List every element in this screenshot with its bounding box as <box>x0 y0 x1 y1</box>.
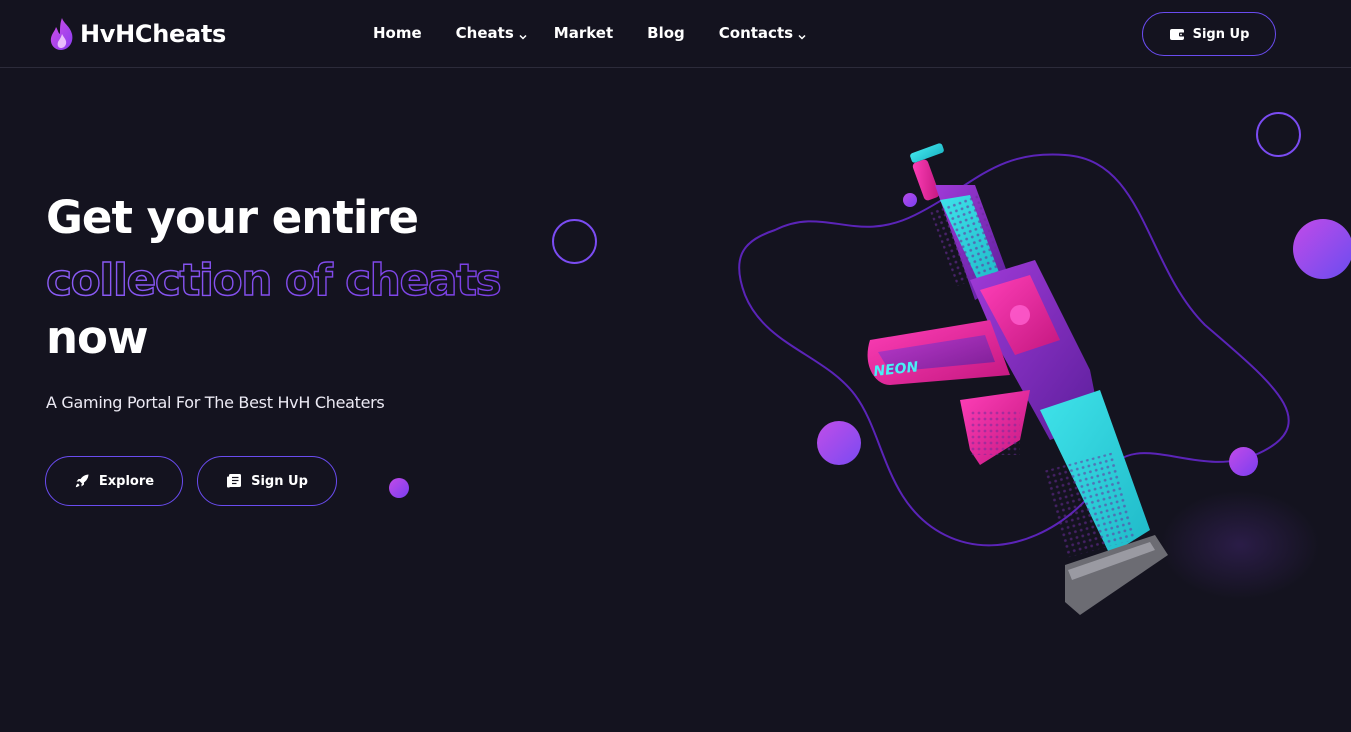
decorative-ring <box>552 219 597 264</box>
decorative-ball <box>1293 219 1351 279</box>
nav-home[interactable]: Home <box>360 24 435 42</box>
chevron-down-icon <box>518 28 528 40</box>
document-icon <box>226 473 242 489</box>
main-nav: Home Cheats Market Blog Contacts <box>360 0 820 66</box>
header-signup-button[interactable]: Sign Up <box>1142 12 1276 56</box>
logo[interactable]: HvHCheats <box>48 15 226 53</box>
page: HvHCheats Home Cheats Market Blog Contac… <box>0 0 1351 732</box>
nav-cheats[interactable]: Cheats <box>443 24 541 42</box>
hero-title: Get your entire collection of cheats now <box>45 188 566 368</box>
nav-contacts-label: Contacts <box>718 24 794 42</box>
wallet-icon <box>1169 27 1186 41</box>
nav-home-label: Home <box>373 24 422 42</box>
explore-button[interactable]: Explore <box>45 456 183 506</box>
nav-blog[interactable]: Blog <box>634 24 698 42</box>
nav-blog-label: Blog <box>647 24 685 42</box>
site-header: HvHCheats Home Cheats Market Blog Contac… <box>0 0 1351 68</box>
chevron-down-icon <box>797 28 807 40</box>
hero-title-line2: collection of cheats <box>46 255 501 306</box>
decorative-ball <box>1229 447 1258 476</box>
nav-contacts[interactable]: Contacts <box>706 24 820 42</box>
hero-title-outline-line: collection of cheats <box>45 248 566 308</box>
nav-cheats-label: Cheats <box>455 24 514 42</box>
explore-label: Explore <box>98 473 155 489</box>
rifle-illustration: NEON <box>867 143 1168 615</box>
hero-signup-label: Sign Up <box>251 473 308 489</box>
header-signup-label: Sign Up <box>1192 26 1250 42</box>
flame-icon <box>48 16 76 52</box>
hero-signup-button[interactable]: Sign Up <box>197 456 337 506</box>
rocket-icon <box>74 473 90 489</box>
brand-name: HvHCheats <box>80 20 227 48</box>
hero-title-line3: now <box>46 311 149 364</box>
hero-title-line1: Get your entire <box>46 191 419 244</box>
nav-market-label: Market <box>553 24 614 42</box>
hero-subtitle: A Gaming Portal For The Best HvH Cheater… <box>46 393 385 412</box>
decorative-dot <box>389 478 409 498</box>
nav-market[interactable]: Market <box>541 24 626 42</box>
